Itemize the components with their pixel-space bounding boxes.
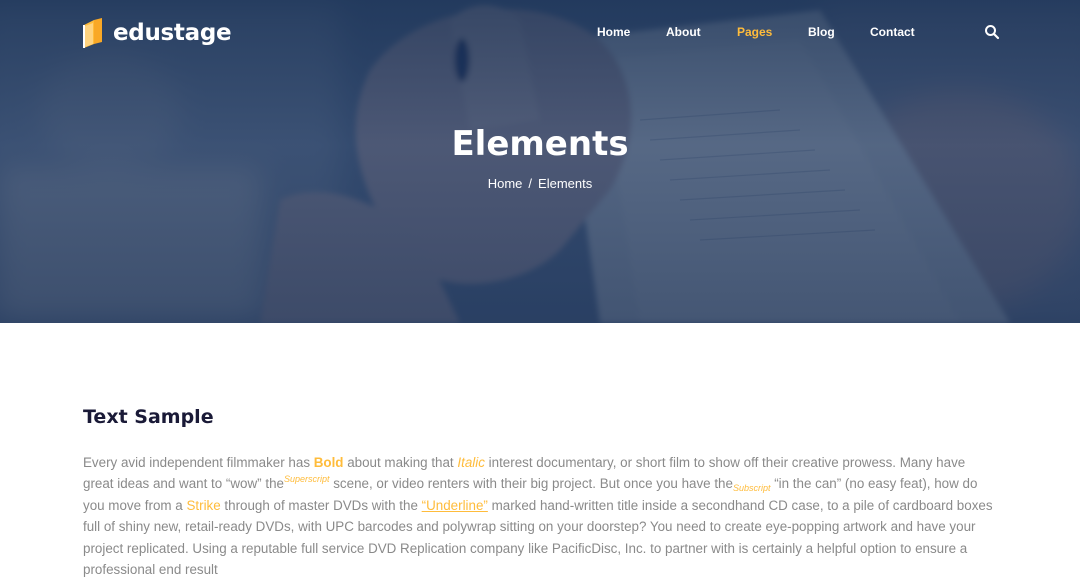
breadcrumb: Home / Elements bbox=[0, 176, 1080, 192]
search-icon[interactable] bbox=[984, 24, 1000, 40]
nav-item-contact[interactable]: Contact bbox=[870, 25, 915, 39]
nav-item-home[interactable]: Home bbox=[597, 25, 630, 39]
hero-banner: edustage Home About Pages Blog Contact E… bbox=[0, 0, 1080, 323]
text-sample-paragraph: Every avid independent filmmaker has Bol… bbox=[83, 452, 998, 580]
main-nav: Home About Pages Blog Contact bbox=[0, 25, 1080, 41]
nav-item-pages[interactable]: Pages bbox=[737, 25, 772, 39]
main-content: Text Sample Every avid independent filmm… bbox=[0, 323, 1080, 577]
paragraph-text: through of master DVDs with the bbox=[220, 497, 422, 513]
nav-item-about[interactable]: About bbox=[666, 25, 701, 39]
underline-sample: “Underline” bbox=[421, 497, 488, 513]
paragraph-text: scene, or video renters with their big p… bbox=[329, 476, 733, 492]
superscript-sample: Superscript bbox=[283, 474, 330, 485]
paragraph-text: Every avid independent filmmaker has bbox=[83, 455, 314, 470]
paragraph-text: about making that bbox=[343, 455, 458, 470]
strike-sample: Strike bbox=[186, 497, 221, 513]
breadcrumb-current: Elements bbox=[538, 176, 593, 191]
breadcrumb-home-link[interactable]: Home bbox=[488, 176, 523, 191]
page-title: Elements bbox=[451, 124, 629, 164]
bold-sample: Bold bbox=[313, 455, 344, 470]
section-heading-text-sample: Text Sample bbox=[83, 406, 214, 428]
nav-item-blog[interactable]: Blog bbox=[808, 25, 835, 39]
italic-sample: Italic bbox=[457, 455, 485, 470]
subscript-sample: Subscript bbox=[732, 483, 771, 494]
top-navbar: edustage Home About Pages Blog Contact bbox=[0, 0, 1080, 66]
breadcrumb-separator: / bbox=[528, 176, 533, 191]
